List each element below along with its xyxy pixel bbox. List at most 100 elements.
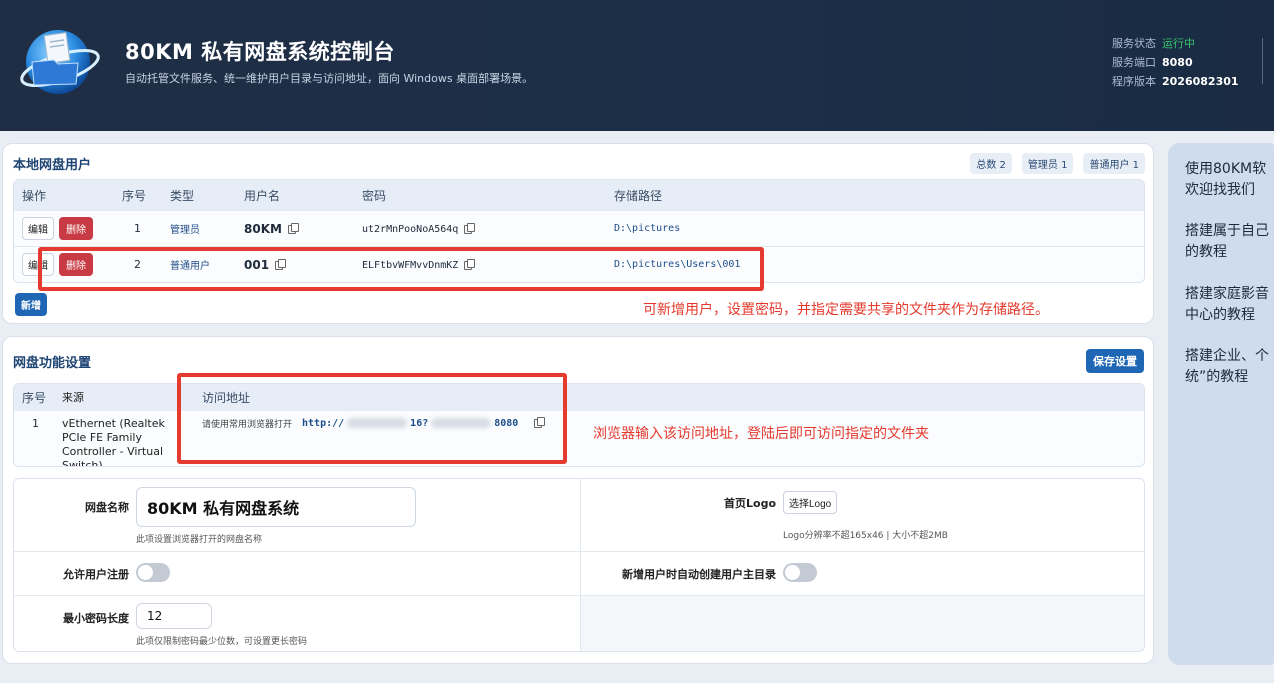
side-tutorial-panel: 使用80KM软 欢迎找我们 搭建属于自己 的教程 搭建家庭影音 中心的教程 搭建… [1168,143,1274,665]
copy-icon[interactable] [275,259,287,270]
users-panel-title: 本地网盘用户 [13,158,92,173]
program-version-value: 2026082301 [1162,75,1239,88]
form-cell-auto-home-dir: 新增用户时自动创建用户主目录 [580,552,1144,596]
app-title: 80KM 私有网盘系统控制台 [125,40,395,64]
service-port-value: 8080 [1162,56,1193,69]
side-tutorial-link[interactable]: 中心的教程 [1185,305,1255,326]
row-password: ELFtbvWFMvvDnmKZ [362,260,459,271]
row-password: ut2rMnPooNoA564q [362,224,459,235]
form-cell-allow-register: 允许用户注册 [14,552,580,596]
add-user-button[interactable]: 新增 [15,293,47,316]
table-row: 1 vEthernet (Realtek PCIe FE Family Cont… [14,411,1144,466]
access-table-header: 序号 来源 访问地址 [14,384,1144,411]
row-actions: 编辑 删除 [14,217,122,240]
users-table-header: 操作 序号 类型 用户名 密码 存储路径 [14,180,1144,210]
column-header-actions: 操作 [22,188,47,203]
auto-home-dir-label: 新增用户时自动创建用户主目录 [622,568,776,581]
drive-name-input[interactable] [136,487,416,527]
row-no: 1 [134,222,141,235]
side-tutorial-link[interactable]: 的教程 [1185,242,1227,263]
header-divider [1262,38,1263,84]
redacted-address [431,418,492,428]
min-password-length-hint: 此项仅限制密码最少位数，可设置更长密码 [136,637,308,647]
side-tutorial-link[interactable]: 搭建属于自己 [1185,221,1269,242]
status-row-service: 服务状态 运行中 [1112,34,1239,53]
open-with-browser-hint: 请使用常用浏览器打开 [202,420,293,430]
status-label: 服务端口 [1112,56,1156,69]
delete-user-button[interactable]: 删除 [59,253,93,276]
edit-user-button[interactable]: 编辑 [22,253,54,276]
status-label: 服务状态 [1112,37,1156,50]
app-header: 80KM 私有网盘系统控制台 自动托管文件服务、统一维护用户目录与访问地址，面向… [0,0,1274,131]
column-header-no: 序号 [122,188,147,203]
total-count-badge: 总数 2 [970,153,1012,174]
copy-icon[interactable] [464,258,476,270]
copy-icon[interactable] [287,223,299,234]
redacted-address [347,418,408,428]
status-row-port: 服务端口 8080 [1112,53,1239,72]
side-text-line: 欢迎找我们 [1185,182,1255,198]
status-label: 程序版本 [1112,75,1156,88]
row-username-cell: 80KM [244,222,362,236]
normal-user-count-badge: 普通用户 1 [1083,153,1145,174]
copy-icon[interactable] [464,222,476,234]
side-text-line: 使用80KM软 [1185,161,1267,177]
row-username-cell: 001 [244,258,362,272]
table-row: 编辑 删除 2 普通用户 001 ELFtbvWFMvvDnmKZ D:\pic… [14,246,1144,282]
access-url-port: 8080 [494,418,519,429]
app-subtitle: 自动托管文件服务、统一维护用户目录与访问地址，面向 Windows 桌面部署场景… [125,72,534,85]
row-type: 普通用户 [170,261,210,272]
allow-register-toggle[interactable] [136,563,170,582]
row-path: D:\pictures [614,223,681,234]
side-tutorial-link[interactable]: 搭建家庭影音 [1185,284,1269,305]
settings-panel: 网盘功能设置 保存设置 序号 来源 访问地址 1 vEthernet (Real… [2,336,1154,664]
status-row-version: 程序版本 2026082301 [1112,72,1239,91]
row-username: 001 [244,257,270,272]
logo-hint: Logo分辨率不超165x46 | 大小不超2MB [783,531,948,541]
column-header-no: 序号 [22,391,47,405]
row-no: 1 [32,417,39,430]
access-address-table: 序号 来源 访问地址 1 vEthernet (Realtek PCIe FE … [13,383,1145,467]
settings-panel-title: 网盘功能设置 [13,356,92,371]
form-cell-empty [580,596,1144,651]
admin-count-badge: 管理员 1 [1021,153,1074,174]
delete-user-button[interactable]: 删除 [59,217,93,240]
copy-icon[interactable] [534,417,546,428]
table-row: 编辑 删除 1 管理员 80KM ut2rMnPooNoA564q D:\pic… [14,210,1144,246]
side-tutorial-link[interactable]: 搭建企业、个 [1185,346,1269,367]
column-header-username: 用户名 [244,188,281,203]
side-tutorial-link[interactable]: 统”的教程 [1185,367,1248,388]
drive-name-label: 网盘名称 [85,501,129,514]
users-panel: 本地网盘用户 总数 2 管理员 1 普通用户 1 操作 序号 类型 用户名 密码… [2,143,1154,324]
edit-user-button[interactable]: 编辑 [22,217,54,240]
save-settings-button[interactable]: 保存设置 [1086,349,1144,373]
service-status-value: 运行中 [1162,37,1195,50]
user-count-badges: 总数 2 管理员 1 普通用户 1 [970,153,1145,174]
allow-register-label: 允许用户注册 [63,568,129,581]
row-actions: 编辑 删除 [14,253,122,276]
service-status-block: 服务状态 运行中 服务端口 8080 程序版本 2026082301 [1112,34,1239,91]
form-cell-logo: 首页Logo 选择Logo Logo分辨率不超165x46 | 大小不超2MB [580,479,1144,552]
choose-logo-button[interactable]: 选择Logo [783,491,838,514]
row-path: D:\pictures\Users\001 [614,259,741,270]
row-username: 80KM [244,221,282,236]
users-table: 操作 序号 类型 用户名 密码 存储路径 编辑 删除 1 管理员 80KM ut… [13,179,1145,283]
row-no: 2 [134,258,141,271]
access-annotation: 浏览器输入该访问地址，登陆后即可访问指定的文件夹 [593,426,929,442]
settings-form: 网盘名称 此项设置浏览器打开的网盘名称 首页Logo 选择Logo Logo分辨… [13,478,1145,652]
column-header-password: 密码 [362,188,387,203]
min-password-length-input[interactable] [136,603,212,629]
drive-name-hint: 此项设置浏览器打开的网盘名称 [136,535,263,545]
cloud-drive-logo-icon [20,30,100,94]
min-password-length-label: 最小密码长度 [63,612,129,625]
home-logo-label: 首页Logo [724,497,776,510]
users-annotation: 可新增用户，设置密码，并指定需要共享的文件夹作为存储路径。 [643,302,1049,318]
row-type: 管理员 [170,225,200,236]
column-header-access-url: 访问地址 [202,391,251,405]
form-cell-drive-name: 网盘名称 此项设置浏览器打开的网盘名称 [14,479,580,552]
auto-home-dir-toggle[interactable] [783,563,817,582]
column-header-type: 类型 [170,188,195,203]
access-url-mid: 16? [410,418,429,429]
access-url[interactable]: http:// 16? 8080 [302,418,518,429]
row-password-cell: ELFtbvWFMvvDnmKZ [362,258,614,271]
